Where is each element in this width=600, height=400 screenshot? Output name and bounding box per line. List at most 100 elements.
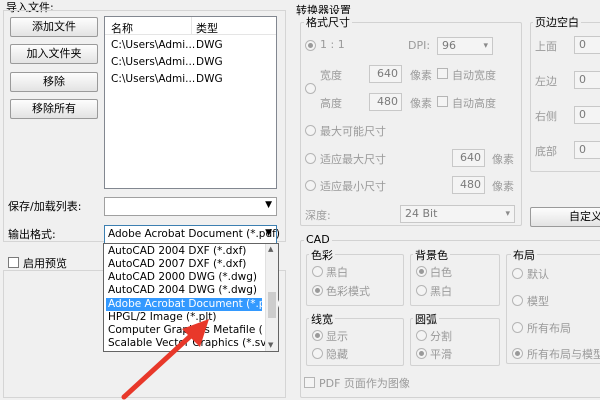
scroll-up-icon[interactable]: ▲ (268, 245, 273, 253)
save-load-list-combo[interactable]: ▼ (104, 197, 277, 216)
linewidth-hide-label: 隐藏 (326, 348, 348, 361)
add-file-button[interactable]: 添加文件 (10, 17, 98, 37)
output-format-combo[interactable]: Adobe Acrobat Document (*.pdf) ▼ (104, 225, 280, 244)
column-type-header[interactable]: 类型 (196, 20, 218, 36)
margin-top-label: 上面 (535, 40, 557, 53)
custom-size-radio[interactable] (305, 83, 316, 94)
auto-width-label: 自动宽度 (452, 69, 496, 82)
color-title: 色彩 (309, 247, 335, 263)
margin-bottom-field[interactable]: 0 (574, 141, 600, 159)
fit-max-unit: 像素 (492, 153, 514, 166)
pdf-as-image-checkbox[interactable] (304, 377, 315, 388)
arc-split-label: 分割 (430, 330, 452, 343)
output-format-value: Adobe Acrobat Document (*.pdf) (108, 228, 280, 240)
linewidth-title: 线宽 (309, 311, 335, 327)
dropdown-scrollbar[interactable]: ▲ ▼ (265, 244, 278, 351)
remove-button[interactable]: 移除 (10, 72, 98, 92)
table-row[interactable]: C:\Users\Admi... DWG (105, 55, 276, 70)
arc-split-radio[interactable] (416, 330, 427, 341)
dpi-value: 96 (442, 39, 456, 52)
depth-combo[interactable]: 24 Bit ▾ (400, 205, 515, 223)
output-format-label: 输出格式: (8, 228, 56, 241)
ratio-label: 1 : 1 (320, 38, 345, 51)
fit-min-field[interactable]: 480 (452, 176, 485, 194)
layout-title: 布局 (511, 247, 537, 263)
file-name: C:\Users\Admi... (111, 56, 196, 68)
column-name-header[interactable]: 名称 (111, 20, 133, 36)
color-mode-label: 色彩模式 (326, 285, 370, 298)
background-bw-radio[interactable] (416, 285, 427, 296)
arc-title: 圆弧 (413, 311, 439, 327)
background-white-radio[interactable] (416, 266, 427, 277)
format-option-selected[interactable]: Adobe Acrobat Document (*.pdf) (106, 298, 280, 311)
layout-default-radio[interactable] (512, 268, 523, 279)
auto-width-checkbox[interactable] (437, 68, 448, 79)
max-possible-radio[interactable] (305, 125, 316, 136)
linewidth-hide-radio[interactable] (312, 348, 323, 359)
margins-title: 页边空白 (533, 14, 581, 30)
chevron-down-icon: ▾ (483, 41, 488, 51)
ratio-radio[interactable] (305, 40, 316, 51)
layout-all-model-radio[interactable] (512, 348, 523, 359)
add-folder-button[interactable]: 加入文件夹 (10, 44, 98, 64)
chevron-down-icon: ▼ (265, 200, 272, 210)
format-option[interactable]: AutoCAD 2000 DWG (*.dwg) (106, 271, 257, 284)
table-row[interactable]: C:\Users\Admi... DWG (105, 72, 276, 87)
width-label: 宽度 (320, 69, 342, 82)
margin-right-label: 右侧 (535, 110, 557, 123)
height-field[interactable]: 480 (369, 93, 402, 111)
arc-smooth-label: 平滑 (430, 348, 452, 361)
auto-height-checkbox[interactable] (437, 96, 448, 107)
background-bw-label: 黑白 (430, 285, 452, 298)
width-field[interactable]: 640 (369, 65, 402, 83)
layout-default-label: 默认 (527, 268, 549, 281)
fit-max-radio[interactable] (305, 153, 316, 164)
cad-title: CAD (304, 233, 332, 246)
scrollbar-thumb[interactable] (268, 292, 276, 318)
file-name: C:\Users\Admi... (111, 73, 196, 85)
custom-button[interactable]: 自定义 (530, 207, 600, 227)
max-possible-label: 最大可能尺寸 (320, 125, 386, 138)
width-unit: 像素 (410, 69, 432, 82)
enable-preview-checkbox[interactable] (8, 257, 19, 268)
margin-top-field[interactable]: 0 (574, 36, 600, 54)
layout-model-label: 模型 (527, 295, 549, 308)
auto-height-label: 自动高度 (452, 97, 496, 110)
file-list-header: 名称 类型 (105, 17, 276, 35)
format-option[interactable]: AutoCAD 2007 DXF (*.dxf) (106, 258, 246, 271)
file-type: DWG (196, 73, 223, 85)
scroll-down-icon[interactable]: ▼ (268, 341, 273, 349)
file-type: DWG (196, 39, 223, 51)
margin-right-field[interactable]: 0 (574, 106, 600, 124)
format-size-title: 格式尺寸 (304, 14, 352, 30)
margin-left-field[interactable]: 0 (574, 71, 600, 89)
color-mode-radio[interactable] (312, 285, 323, 296)
arc-smooth-radio[interactable] (416, 348, 427, 359)
chevron-down-icon: ▾ (505, 209, 510, 219)
table-row[interactable]: C:\Users\Admi... DWG (105, 38, 276, 53)
dpi-label: DPI: (408, 39, 431, 52)
color-bw-label: 黑白 (326, 266, 348, 279)
dpi-combo[interactable]: 96 ▾ (437, 37, 493, 55)
save-load-list-label: 保存/加载列表: (8, 200, 82, 213)
fit-min-unit: 像素 (492, 180, 514, 193)
linewidth-show-radio[interactable] (312, 330, 323, 341)
format-option[interactable]: AutoCAD 2004 DXF (*.dxf) (106, 245, 246, 258)
column-divider (191, 17, 192, 34)
height-unit: 像素 (410, 97, 432, 110)
margin-bottom-label: 底部 (535, 145, 557, 158)
format-option[interactable]: AutoCAD 2004 DWG (*.dwg) (106, 284, 257, 297)
red-arrow-annotation (121, 319, 209, 400)
fit-min-label: 适应最小尺寸 (320, 180, 386, 193)
file-list[interactable]: 名称 类型 C:\Users\Admi... DWG C:\Users\Admi… (104, 16, 277, 189)
fit-max-field[interactable]: 640 (452, 149, 485, 167)
layout-all-model-label: 所有布局与模型 (527, 348, 600, 361)
color-bw-radio[interactable] (312, 266, 323, 277)
fit-max-label: 适应最大尺寸 (320, 153, 386, 166)
layout-model-radio[interactable] (512, 295, 523, 306)
background-title: 背景色 (413, 247, 450, 263)
fit-min-radio[interactable] (305, 180, 316, 191)
layout-all-radio[interactable] (512, 322, 523, 333)
remove-all-button[interactable]: 移除所有 (10, 99, 98, 119)
layout-all-label: 所有布局 (527, 322, 571, 335)
